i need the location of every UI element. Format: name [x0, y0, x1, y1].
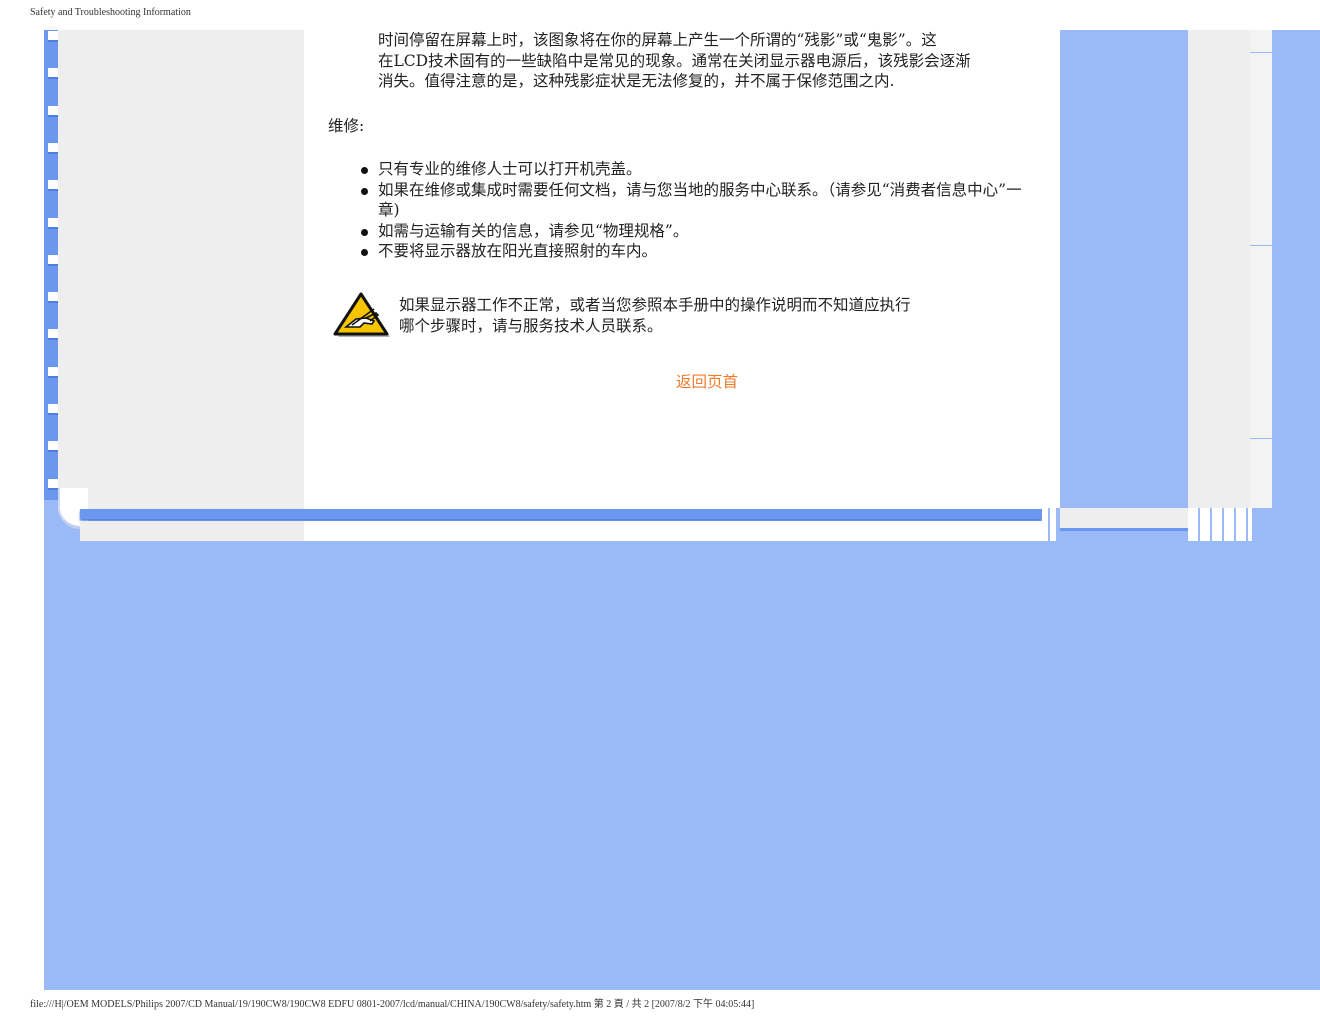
bottom-strip-content [304, 521, 1042, 541]
print-footer-path: file:///H|/OEM MODELS/Philips 2007/CD Ma… [30, 999, 755, 1010]
list-item-text: 只有专业的维修人士可以打开机壳盖。 [378, 160, 642, 178]
list-item-text: 不要将显示器放在阳光直接照射的车内。 [378, 242, 658, 260]
bullet-dot-icon [361, 249, 368, 256]
bullet-dot-icon [361, 187, 368, 195]
bullet-dot-icon [361, 228, 368, 236]
warning-line: 如果显示器工作不正常，或者当您参照本手册中的操作说明而不知道应执行 [399, 296, 911, 314]
bullet-dot-icon [361, 167, 368, 174]
caution-hand-icon [333, 292, 390, 337]
paragraph-line: 时间停留在屏幕上时，该图象将在你的屏幕上产生一个所谓的“残影”或“鬼影”。这 [378, 31, 937, 49]
bottom-frame-bar [80, 509, 1042, 519]
list-item: 只有专业的维修人士可以打开机壳盖。 [358, 159, 1038, 180]
right-tick [1250, 438, 1272, 439]
right-tick [1250, 52, 1272, 53]
bottom-strip-left [80, 521, 304, 541]
right-side-strip [1250, 30, 1272, 508]
print-header-title: Safety and Troubleshooting Information [30, 7, 191, 18]
list-item: 不要将显示器放在阳光直接照射的车内。 [358, 241, 1038, 262]
list-item: 如果在维修或集成时需要任何文档，请与您当地的服务中心联系。（请参见“消费者信息中… [358, 180, 1038, 221]
maintenance-list: 只有专业的维修人士可以打开机壳盖。 如果在维修或集成时需要任何文档，请与您当地的… [358, 159, 1038, 262]
bottom-divider [1042, 508, 1048, 541]
list-item-text: 如需与运输有关的信息，请参见“物理规格”。 [378, 221, 689, 240]
content-gap-column [1042, 30, 1060, 508]
bottom-stripes-decoration [1188, 508, 1252, 541]
bottom-divider [1050, 508, 1056, 541]
service-warning-text: 如果显示器工作不正常，或者当您参照本手册中的操作说明而不知道应执行 哪个步骤时，… [399, 295, 999, 336]
list-item-text: 如果在维修或集成时需要任何文档，请与您当地的服务中心联系。（请参见“消费者信息中… [378, 180, 1022, 220]
right-blue-column [1060, 30, 1188, 508]
paragraph-line: 消失。值得注意的是，这种残影症状是无法修复的，并不属于保修范围之内. [378, 72, 895, 90]
warning-line: 哪个步骤时，请与服务技术人员联系。 [399, 316, 663, 335]
bottom-strip-right [1060, 508, 1188, 531]
maintenance-heading: 维修: [328, 117, 365, 135]
image-retention-paragraph: 时间停留在屏幕上时，该图象将在你的屏幕上产生一个所谓的“残影”或“鬼影”。这 在… [378, 30, 1038, 92]
paragraph-line: 在LCD技术固有的一些缺陷中是常见的现象。通常在关闭显示器电源后，该残影会逐渐 [378, 51, 971, 70]
left-side-panel [58, 30, 304, 510]
right-tick [1250, 245, 1272, 246]
list-item: 如需与运输有关的信息，请参见“物理规格”。 [358, 221, 1038, 242]
back-to-top-link[interactable]: 返回页首 [676, 370, 738, 392]
main-content-area [304, 30, 1042, 510]
